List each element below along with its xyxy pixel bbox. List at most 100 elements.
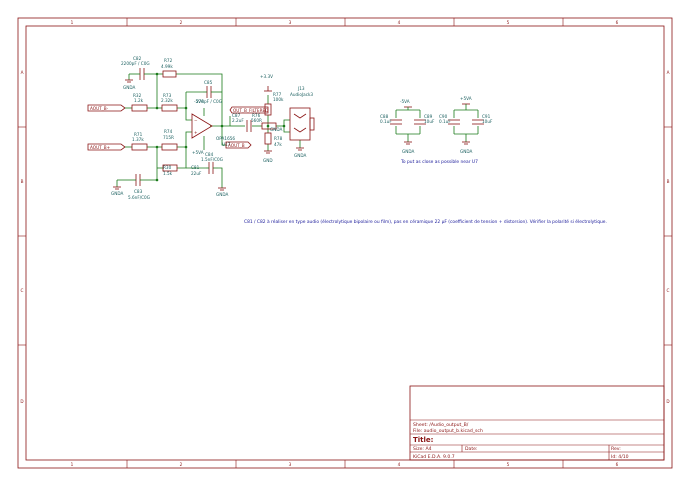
label-aout-b-minus[interactable]: AOUT_B- xyxy=(87,104,126,112)
connector-j13[interactable]: J13 AudioJack3 xyxy=(289,86,315,141)
frame-row-markers: A B C D A B C D xyxy=(18,70,672,404)
v33-label: +3.3V xyxy=(260,74,273,79)
capacitor-c88[interactable]: C88 0.1uF xyxy=(380,114,392,124)
title-block-title: Title: xyxy=(413,436,434,444)
row-label-left-b: B xyxy=(21,179,24,184)
r77-value: 100k xyxy=(273,97,284,102)
col-label-top-6: 6 xyxy=(616,20,619,25)
row-label-right-a: A xyxy=(667,70,670,75)
r30-value: 1.5k xyxy=(163,171,173,176)
r72-ref: R72 xyxy=(164,58,173,63)
title-block-tool: KiCad E.D.A. 9.0.7 xyxy=(413,454,455,460)
title-block-size: Size: A4 xyxy=(413,446,432,452)
schematic-sheet: 1 2 3 4 5 6 1 2 3 4 5 6 A B C D A B C D … xyxy=(17,17,673,469)
c90-value: 0.1uF xyxy=(439,119,451,124)
r78-value: 47k xyxy=(274,142,282,147)
r74-ref: R74 xyxy=(164,129,173,134)
r71-value: 1.37k xyxy=(132,137,144,142)
vneg-label-decoupling: -5VA xyxy=(400,99,410,104)
ground-gnda-jack: GNDA xyxy=(270,127,283,132)
label-aout-b[interactable]: AOUT_B xyxy=(225,141,252,149)
r32-value: 1.2k xyxy=(134,98,144,103)
r72-value: 4.99k xyxy=(161,64,173,69)
title-block-file: File: audio_output_b.kicad_sch xyxy=(413,428,483,434)
capacitor-c91[interactable]: C91 10uF xyxy=(482,114,493,124)
resistor-r74[interactable]: R74 715R xyxy=(161,129,178,151)
c88-value: 0.1uF xyxy=(380,119,392,124)
power-vpos-u17: +5VA xyxy=(192,150,204,155)
col-label-bottom-3: 3 xyxy=(289,462,292,467)
row-label-right-d: D xyxy=(666,399,669,404)
c87-value: 2.2uF xyxy=(232,118,244,123)
r30-ref: R30 xyxy=(163,165,172,170)
vpos-label-decoupling: +5VA xyxy=(460,96,472,101)
r74-value: 715R xyxy=(163,135,174,140)
svg-text:AOUT_B-: AOUT_B- xyxy=(90,106,109,111)
decoupling-note: To put as close as possible near U7 xyxy=(400,159,478,165)
ground-gnda-c83: GNDA xyxy=(111,186,124,196)
title-block-rev: Rev: xyxy=(611,446,621,452)
gnda-label-2: GNDA xyxy=(216,192,229,197)
row-label-left-a: A xyxy=(21,70,24,75)
capacitor-c81[interactable]: C81 22uF xyxy=(191,162,218,176)
gnd-label: GND xyxy=(263,158,273,163)
r78-ref: R78 xyxy=(274,136,283,141)
c81-ref: C81 xyxy=(191,165,200,170)
resistor-r71[interactable]: R71 1.37k xyxy=(131,132,148,151)
row-label-left-d: D xyxy=(20,399,23,404)
capacitor-c83[interactable]: C83 5.6nF/C0G xyxy=(128,174,150,200)
resistor-r32[interactable]: R32 1.2k xyxy=(131,93,148,112)
col-label-top-2: 2 xyxy=(180,20,183,25)
col-label-top-4: 4 xyxy=(398,20,401,25)
gnda-label-1: GNDA xyxy=(123,85,136,90)
row-label-left-c: C xyxy=(21,288,24,293)
col-label-bottom-1: 1 xyxy=(71,462,74,467)
c82-value: 2200pF / C0G xyxy=(121,61,150,66)
c83-ref: C83 xyxy=(134,189,143,194)
c85-ref: C85 xyxy=(204,80,213,85)
j13-value: AudioJack3 xyxy=(290,92,313,97)
power-3v3: +3.3V xyxy=(260,74,273,92)
col-label-bottom-6: 6 xyxy=(616,462,619,467)
capacitor-c87[interactable]: C87 2.2uF xyxy=(232,113,252,132)
decoupling-vneg: -5VA GNDA xyxy=(390,99,426,154)
decoupling-vpos: +5VA GNDA xyxy=(448,96,484,154)
svg-text:+: + xyxy=(194,130,198,135)
svg-text:AOUT_B+: AOUT_B+ xyxy=(90,145,111,150)
vneg-label-u17: -5VA xyxy=(194,99,204,104)
ground-gnda-c81: GNDA xyxy=(216,187,229,197)
c89-value: 10uF xyxy=(424,119,435,124)
resistor-r73[interactable]: R73 2.32k xyxy=(161,93,178,112)
col-label-top-1: 1 xyxy=(71,20,74,25)
power-vneg-u17: -5VA xyxy=(194,99,204,104)
capacitor-c89[interactable]: C89 10uF xyxy=(424,114,435,124)
col-label-bottom-5: 5 xyxy=(507,462,510,467)
gnda-label-7: GNDA xyxy=(460,149,473,154)
label-aout-b-plus[interactable]: AOUT_B+ xyxy=(87,143,126,151)
capacitor-c82[interactable]: C82 2200pF / C0G xyxy=(121,56,150,80)
gnda-label-3: GNDA xyxy=(111,191,124,196)
j13-ref: J13 xyxy=(297,86,305,91)
c83-value: 5.6nF/C0G xyxy=(128,195,150,200)
row-label-right-c: C xyxy=(667,288,670,293)
gnda-label-6: GNDA xyxy=(402,149,415,154)
col-label-top-5: 5 xyxy=(507,20,510,25)
row-label-right-b: B xyxy=(667,179,670,184)
sheet-frame xyxy=(17,17,673,469)
gnda-label-4: GNDA xyxy=(270,127,283,132)
resistor-r30[interactable]: R30 1.5k xyxy=(162,164,178,176)
resistor-r72[interactable]: R72 4.99k xyxy=(161,58,177,78)
ground-gnda-jack-bottom: GNDA xyxy=(294,147,307,158)
col-label-bottom-2: 2 xyxy=(180,462,183,467)
capacitor-c90[interactable]: C90 0.1uF xyxy=(439,114,451,124)
vpos-label-u17: +5VA xyxy=(192,150,204,155)
svg-text:AOUT_B: AOUT_B xyxy=(228,143,245,148)
c81-note: C81 / C82 à réaliser en type audio (élec… xyxy=(244,218,607,225)
capacitor-c84[interactable]: C84 1.5nF/C0G xyxy=(201,152,223,162)
title-block-id: Id: 4/10 xyxy=(611,454,629,460)
c91-value: 10uF xyxy=(482,119,493,124)
r76-value: 560R xyxy=(251,118,262,123)
ground-gnd-r78: GND xyxy=(263,150,273,163)
title-block: Sheet: /Audio_output_B/ File: audio_outp… xyxy=(409,385,665,461)
c81-value: 22uF xyxy=(191,171,202,176)
